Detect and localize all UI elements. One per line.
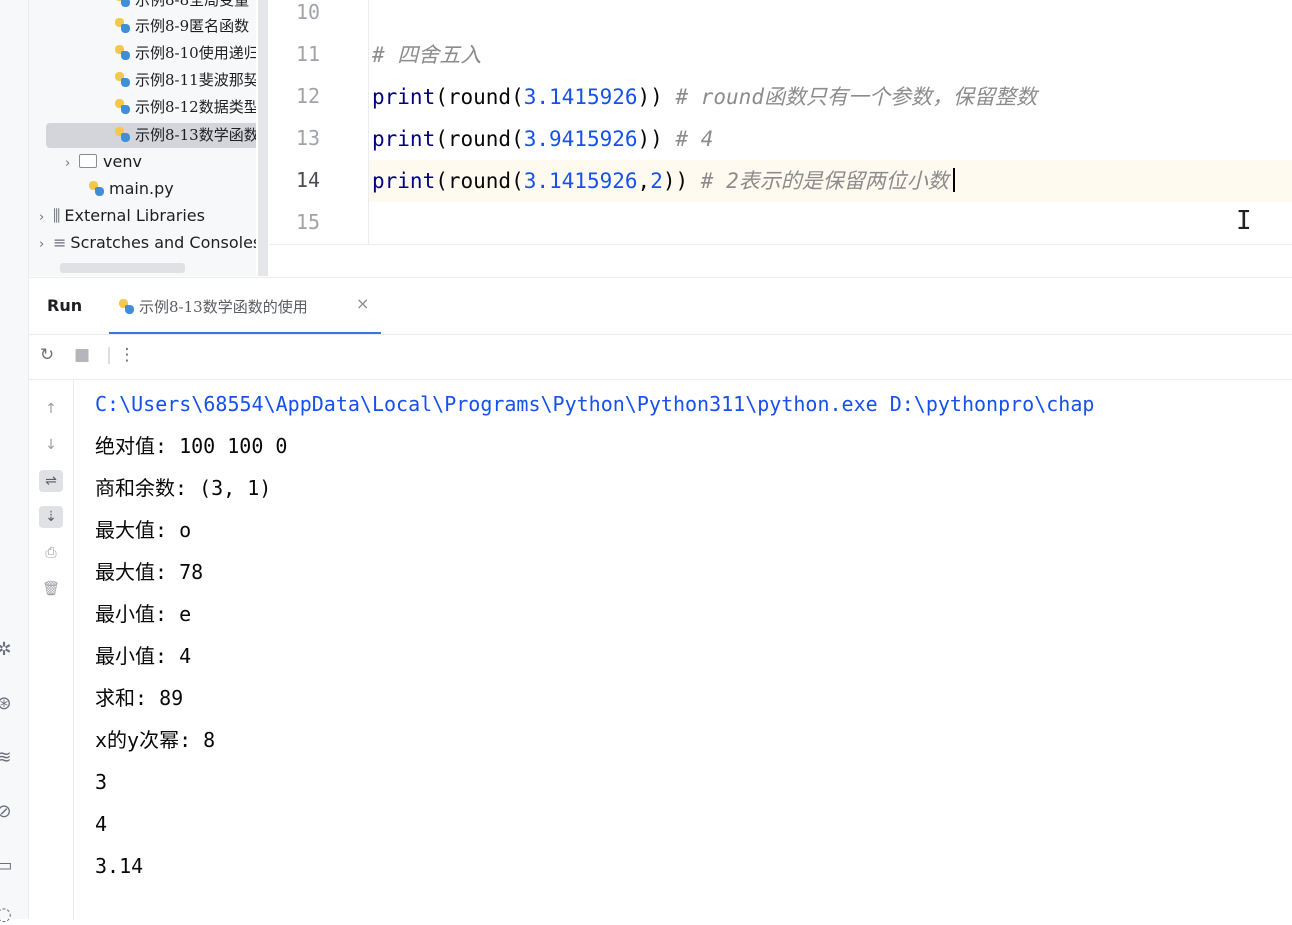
code-number: 2 [650, 169, 663, 193]
code-text: )) [637, 127, 676, 151]
code-text: )) [637, 85, 676, 109]
problems-icon[interactable]: ◌ [0, 905, 14, 925]
console-output-line: 最大值: o [95, 518, 192, 542]
run-toolbar: ↻ ■ | ⋮ [29, 335, 1292, 380]
tree-vertical-scrollbar[interactable] [258, 0, 268, 276]
trash-icon[interactable]: 🗑 [39, 578, 63, 600]
tree-item-file[interactable]: 示例8-12数据类型 [115, 94, 256, 120]
line-number: 13 [296, 126, 321, 150]
stop-icon[interactable]: ■ [72, 345, 92, 365]
scroll-to-end-icon[interactable]: ⇣ [39, 506, 63, 528]
close-tab-icon[interactable]: × [356, 294, 369, 313]
code-text: , [637, 169, 651, 193]
code-line[interactable]: print(round(3.1415926)) # round函数只有一个参数，… [372, 82, 1037, 112]
python-file-icon [115, 72, 130, 87]
code-comment: # 4 [675, 127, 714, 151]
console-output-line: x的y次幂: 8 [95, 728, 216, 752]
console-output-line: 最小值: e [95, 602, 192, 626]
chevron-right-icon[interactable]: › [39, 205, 53, 231]
left-tool-strip: ✲ ⊛ ≋ ⊘ ▭ ◌ [0, 0, 29, 925]
tree-item-file[interactable]: 示例8-10使用递归 [115, 40, 256, 66]
active-tab-underline [109, 332, 381, 334]
run-config-tab[interactable]: 示例8-13数学函数的使用 × [109, 278, 409, 334]
library-icon: ⫼ [53, 206, 61, 225]
line-number: 11 [296, 42, 321, 66]
console-toolbar: ↑ ↓ ⇌ ⇣ ⎙ 🗑 [29, 380, 74, 920]
console-output-line: 最大值: 78 [95, 560, 204, 584]
code-comment: # 2表示的是保留两位小数 [700, 169, 949, 193]
tree-item-file[interactable]: 示例8-8全局变量 [115, 0, 249, 13]
code-line[interactable]: # 四舍五入 [372, 40, 481, 70]
console-output-line: 绝对值: 100 100 0 [95, 434, 288, 458]
code-comment: # round函数只有一个参数，保留整数 [675, 85, 1037, 109]
scroll-down-icon[interactable]: ↓ [39, 434, 63, 456]
code-keyword: print [372, 127, 436, 151]
run-tool-window: Run 示例8-13数学函数的使用 × ↻ ■ | ⋮ ↑ ↓ ⇌ ⇣ ⎙ 🗑 … [29, 277, 1292, 920]
run-tab-label: 示例8-13数学函数的使用 [139, 298, 308, 316]
code-number: 3.1415926 [523, 85, 638, 109]
code-line[interactable]: print(round(3.1415926,2)) # 2表示的是保留两位小数 [372, 166, 955, 196]
debug-icon[interactable]: ✲ [0, 640, 14, 660]
chevron-right-icon[interactable]: › [39, 232, 53, 258]
run-title[interactable]: Run [47, 296, 82, 315]
tree-item-file-selected[interactable]: 示例8-13数学函数 [115, 122, 256, 148]
python-file-icon [115, 18, 130, 33]
python-file-icon [119, 299, 134, 314]
folder-icon [79, 154, 97, 168]
project-tree: 示例8-8全局变量 示例8-9匿名函数 示例8-10使用递归 示例8-11斐波那… [29, 0, 256, 276]
scratches-icon: ≡ [53, 233, 67, 252]
print-icon[interactable]: ⎙ [39, 542, 63, 564]
line-number: 14 [296, 168, 321, 192]
python-file-icon [115, 45, 130, 60]
code-text: (round( [435, 169, 524, 193]
scroll-up-icon[interactable]: ↑ [39, 398, 63, 420]
console-output-line: 求和: 89 [95, 686, 184, 710]
services-icon[interactable]: ⊘ [0, 802, 14, 822]
text-cursor-icon: I [1236, 206, 1252, 236]
tree-item-venv[interactable]: › venv [65, 149, 142, 175]
code-number: 3.1415926 [523, 169, 638, 193]
toolbar-separator: | [106, 345, 112, 365]
line-number: 10 [296, 0, 321, 24]
tree-item-scratches[interactable]: › ≡ Scratches and Consoles [39, 230, 256, 256]
console-output-line: 4 [95, 812, 108, 836]
console-output-line: 最小值: 4 [95, 644, 192, 668]
console-command-line[interactable]: C:\Users\68554\AppData\Local\Programs\Py… [95, 389, 1094, 419]
python-file-icon [115, 99, 130, 114]
soft-wrap-icon[interactable]: ⇌ [39, 470, 63, 492]
python-file-icon [115, 127, 130, 142]
code-keyword: print [372, 85, 436, 109]
console-output-line: 商和余数: (3, 1) [95, 476, 272, 500]
code-text: )) [662, 169, 701, 193]
tree-item-file[interactable]: 示例8-11斐波那契 [115, 67, 256, 93]
editor-divider [270, 244, 1292, 245]
terminal-icon[interactable]: ▭ [0, 856, 14, 876]
tree-item-file[interactable]: 示例8-9匿名函数 [115, 13, 249, 39]
code-text: (round( [435, 127, 524, 151]
code-comment: # 四舍五入 [372, 43, 482, 67]
rerun-icon[interactable]: ↻ [37, 345, 57, 365]
python-file-icon [115, 0, 130, 7]
run-header: Run 示例8-13数学函数的使用 × [29, 278, 1292, 335]
text-caret [952, 168, 955, 192]
line-number: 15 [296, 210, 321, 234]
layers-icon[interactable]: ≋ [0, 748, 14, 768]
code-keyword: print [372, 169, 436, 193]
more-icon[interactable]: ⋮ [117, 345, 137, 365]
console-output-line: 3.14 [95, 854, 144, 878]
line-number: 12 [296, 84, 321, 108]
python-packages-icon[interactable]: ⊛ [0, 694, 14, 714]
tree-horizontal-scrollbar[interactable] [60, 263, 185, 273]
console-output-line: 3 [95, 770, 108, 794]
python-file-icon [89, 181, 104, 196]
code-number: 3.9415926 [523, 127, 638, 151]
chevron-right-icon[interactable]: › [65, 151, 79, 177]
code-line[interactable]: print(round(3.9415926)) # 4 [372, 124, 713, 154]
tree-item-main-py[interactable]: main.py [89, 176, 174, 202]
code-editor[interactable]: 10 11 12 13 14 15 # 四舍五入 print(round(3.1415926… [270, 0, 1292, 276]
tree-item-external-libraries[interactable]: › ⫼ External Libraries [39, 203, 205, 229]
code-text: (round( [435, 85, 524, 109]
